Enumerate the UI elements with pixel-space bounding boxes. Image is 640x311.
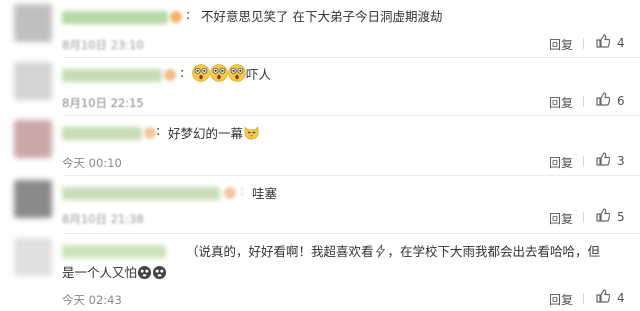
comment-item: （说真的，好好看啊！我超喜欢看 ，在学校下大雨我都会出去看哈哈，但 是一个人又怕…: [0, 234, 640, 311]
avatar[interactable]: [14, 62, 52, 100]
colon-separator: :: [180, 66, 185, 81]
user-badge-icon: [170, 11, 182, 23]
like-count: 3: [617, 154, 625, 168]
comment-time: 8月10日 22:15: [62, 96, 144, 110]
avatar[interactable]: [14, 180, 52, 218]
user-badge-icon: [224, 187, 236, 199]
like-icon[interactable]: [596, 92, 610, 106]
divider: [583, 212, 584, 223]
avatar[interactable]: [14, 4, 52, 42]
comment-text-label: 好梦幻的一幕: [168, 126, 244, 141]
like-icon[interactable]: [596, 208, 610, 222]
divider: [583, 156, 584, 167]
comment-item: : 好梦幻的一幕 今天 00:10 回复 3: [0, 116, 640, 176]
comment-item: : 不好意思见笑了 在下大弟子今日洞虚期渡劫 8月10日 23:10 回复 4: [0, 0, 640, 58]
user-badge-icon: [164, 69, 176, 81]
reply-button[interactable]: 回复: [549, 154, 573, 171]
lightning-icon: [375, 244, 385, 258]
reply-button[interactable]: 回复: [549, 94, 573, 111]
comment-text: 吓人: [192, 64, 271, 84]
comment-time: 8月10日 21:38: [62, 212, 144, 226]
comment-author[interactable]: [62, 69, 162, 82]
divider: [583, 293, 584, 304]
comment-author[interactable]: [62, 127, 142, 140]
comment-text-line1b: ，在学校下大雨我都会出去看哈哈，但: [387, 244, 601, 259]
comment-text: 不好意思见笑了 在下大弟子今日洞虚期渡劫: [201, 9, 443, 24]
like-count: 5: [617, 210, 625, 224]
comment-text-line2: 是一个人又怕: [62, 265, 138, 280]
comment-author[interactable]: [62, 11, 168, 24]
reply-button[interactable]: 回复: [549, 210, 573, 227]
divider: [583, 96, 584, 107]
comment-text-label: 吓人: [246, 67, 272, 82]
shocked-face-icon: [192, 64, 210, 82]
comment-text: 哇塞: [252, 186, 278, 201]
comment-time: 8月10日 23:10: [62, 38, 144, 52]
shocked-face-icon: [228, 64, 246, 82]
cat-face-icon: [244, 126, 259, 140]
like-count: 4: [617, 291, 625, 305]
comment-time: 今天 02:43: [62, 293, 122, 307]
reply-button[interactable]: 回复: [549, 291, 573, 308]
shocked-face-icon: [210, 64, 228, 82]
like-count: 4: [617, 36, 625, 50]
user-badge-icon: [144, 127, 156, 139]
divider: [583, 38, 584, 49]
avatar[interactable]: [14, 120, 52, 158]
avatar[interactable]: [14, 238, 52, 276]
like-icon[interactable]: [596, 289, 610, 303]
like-icon[interactable]: [596, 152, 610, 166]
comment-author[interactable]: [62, 245, 166, 258]
comment-item: : 吓人 8月10日 22:15 回复 6: [0, 58, 640, 116]
comment-author[interactable]: [62, 187, 220, 200]
colon-separator: :: [186, 8, 191, 23]
comment-item: : 哇塞 8月10日 21:38 回复 5: [0, 176, 640, 234]
comment-text: 好梦幻的一幕: [168, 124, 260, 143]
colon-separator: :: [156, 124, 161, 139]
reply-button[interactable]: 回复: [549, 36, 573, 53]
comment-time: 今天 00:10: [62, 156, 122, 170]
colon-separator: :: [240, 184, 245, 199]
scared-face-icon: [152, 265, 167, 280]
comment-text-continued: 是一个人又怕: [62, 264, 167, 282]
comment-text: （说真的，好好看啊！我超喜欢看 ，在学校下大雨我都会出去看哈哈，但: [186, 243, 600, 261]
like-count: 6: [617, 94, 625, 108]
scared-face-icon: [137, 265, 152, 280]
like-icon[interactable]: [596, 34, 610, 48]
comment-text-line1: （说真的，好好看啊！我超喜欢看: [186, 244, 374, 259]
